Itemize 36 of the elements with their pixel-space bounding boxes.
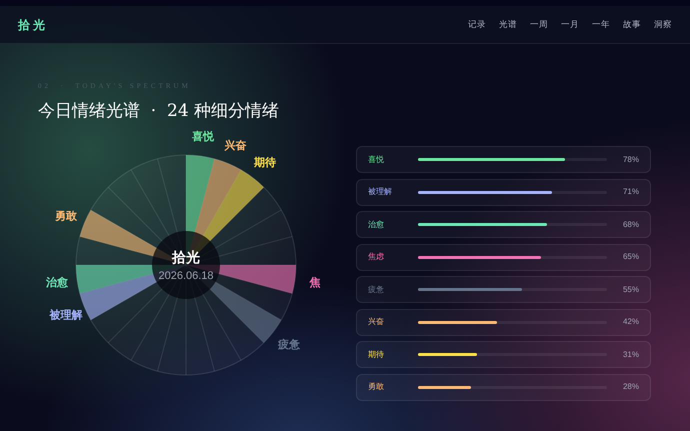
emotion-name: 勇敢 — [368, 381, 385, 393]
nav-link[interactable]: 一年 — [592, 18, 610, 31]
nav-link[interactable]: 洞察 — [654, 18, 672, 31]
emotion-name: 治愈 — [368, 218, 385, 230]
emotion-name: 喜悦 — [368, 154, 385, 166]
nav-link[interactable]: 光谱 — [499, 18, 517, 31]
nav-link[interactable]: 一周 — [530, 18, 548, 31]
emotion-name: 焦虑 — [368, 251, 385, 263]
percent-reading: 42% — [622, 316, 639, 328]
section-title: 今日情绪光谱 · 24 种细分情绪 — [38, 100, 280, 122]
logo[interactable]: 拾光 — [18, 16, 48, 34]
percent-reading: 78% — [622, 154, 639, 166]
emotion-label: 兴奋 — [224, 140, 247, 152]
percent-reading: 68% — [622, 218, 639, 230]
center-date: 2026.06.18 — [158, 270, 214, 282]
percent-reading: 71% — [622, 186, 639, 198]
emotion-label: 期待 — [254, 156, 276, 169]
emotion-label: 喜悦 — [192, 131, 214, 144]
percent-reading: 28% — [622, 381, 639, 393]
center-title: 拾光 — [172, 249, 200, 265]
percent-reading: 55% — [622, 284, 639, 296]
nav-link[interactable]: 一月 — [561, 18, 579, 31]
nav-link[interactable]: 故事 — [623, 18, 641, 31]
percent-reading: 65% — [622, 251, 639, 263]
emotion-label: 焦 — [309, 276, 320, 289]
emotion-name: 期待 — [368, 348, 385, 360]
emotion-label: 勇敢 — [54, 210, 77, 222]
emotion-name: 兴奋 — [368, 316, 385, 328]
nav-link[interactable]: 记录 — [468, 18, 486, 31]
emotion-label: 疲惫 — [278, 339, 300, 352]
center-disc — [152, 231, 220, 299]
emotion-name: 疲惫 — [368, 284, 385, 296]
emotion-label: 被理解 — [49, 310, 82, 322]
percent-reading: 31% — [622, 348, 639, 360]
emotion-name: 被理解 — [368, 186, 393, 198]
emotion-label: 治愈 — [46, 276, 68, 289]
